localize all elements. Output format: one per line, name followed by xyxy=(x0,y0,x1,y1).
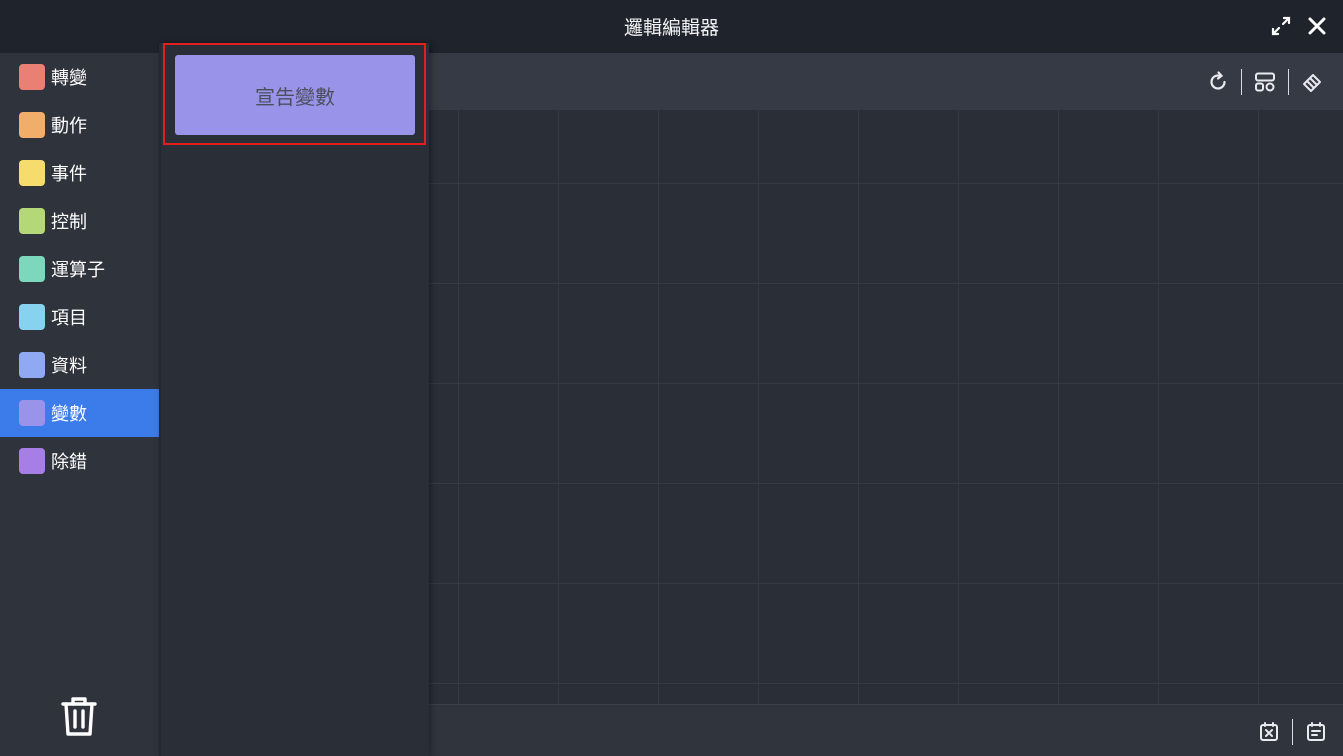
sidebar-item-label: 運算子 xyxy=(51,260,105,281)
notes-icon[interactable] xyxy=(1299,717,1333,747)
category-color-swatch xyxy=(19,112,45,138)
logic-editor-window: 邏輯編輯器 轉變 動作 事件 控制 運算子 項目 資料 變數 除錯 宣告變數 xyxy=(0,0,1343,756)
sidebar-item-event[interactable]: 事件 xyxy=(0,149,159,197)
sidebar-item-operator[interactable]: 運算子 xyxy=(0,245,159,293)
sidebar-item-label: 資料 xyxy=(51,356,87,377)
sidebar-item-variable[interactable]: 變數 xyxy=(0,389,159,437)
sidebar-item-action[interactable]: 動作 xyxy=(0,101,159,149)
sidebar-item-label: 控制 xyxy=(51,212,87,233)
category-color-swatch xyxy=(19,208,45,234)
sidebar-item-label: 項目 xyxy=(51,308,87,329)
eraser-icon[interactable] xyxy=(1295,67,1329,97)
category-color-swatch xyxy=(19,304,45,330)
category-color-swatch xyxy=(19,400,45,426)
category-color-swatch xyxy=(19,448,45,474)
footer-divider xyxy=(1292,719,1293,745)
sidebar-item-label: 除錯 xyxy=(51,452,87,473)
toolbar-divider xyxy=(1241,69,1242,95)
layout-icon[interactable] xyxy=(1248,67,1282,97)
canvas-footer xyxy=(429,704,1343,756)
close-icon[interactable] xyxy=(1305,14,1329,38)
category-color-swatch xyxy=(19,256,45,282)
toolbar-divider xyxy=(1288,69,1289,95)
sidebar-item-item[interactable]: 項目 xyxy=(0,293,159,341)
declare-variable-block[interactable]: 宣告變數 xyxy=(175,55,415,135)
window-actions xyxy=(1269,14,1329,38)
sidebar-item-label: 動作 xyxy=(51,116,87,137)
sidebar-item-label: 變數 xyxy=(51,404,87,425)
workspace-canvas[interactable] xyxy=(429,110,1343,704)
clear-icon[interactable] xyxy=(1252,717,1286,747)
canvas-toolbar xyxy=(429,53,1343,110)
footer-tools xyxy=(1252,717,1333,747)
sidebar-item-debug[interactable]: 除錯 xyxy=(0,437,159,485)
sidebar-item-label: 轉變 xyxy=(51,68,87,89)
category-color-swatch xyxy=(19,160,45,186)
block-highlight-frame: 宣告變數 xyxy=(163,43,426,145)
window-title: 邏輯編輯器 xyxy=(623,17,719,39)
category-sidebar: 轉變 動作 事件 控制 運算子 項目 資料 變數 除錯 xyxy=(0,53,159,756)
refresh-icon[interactable] xyxy=(1201,67,1235,97)
sidebar-item-label: 事件 xyxy=(51,164,87,185)
expand-icon[interactable] xyxy=(1269,14,1293,38)
sidebar-item-transform[interactable]: 轉變 xyxy=(0,53,159,101)
sidebar-item-control[interactable]: 控制 xyxy=(0,197,159,245)
toolbar-tools xyxy=(1201,67,1329,97)
trash-icon[interactable] xyxy=(57,694,101,738)
category-color-swatch xyxy=(19,64,45,90)
sidebar-item-data[interactable]: 資料 xyxy=(0,341,159,389)
block-flyout: 宣告變數 xyxy=(159,43,429,756)
category-color-swatch xyxy=(19,352,45,378)
